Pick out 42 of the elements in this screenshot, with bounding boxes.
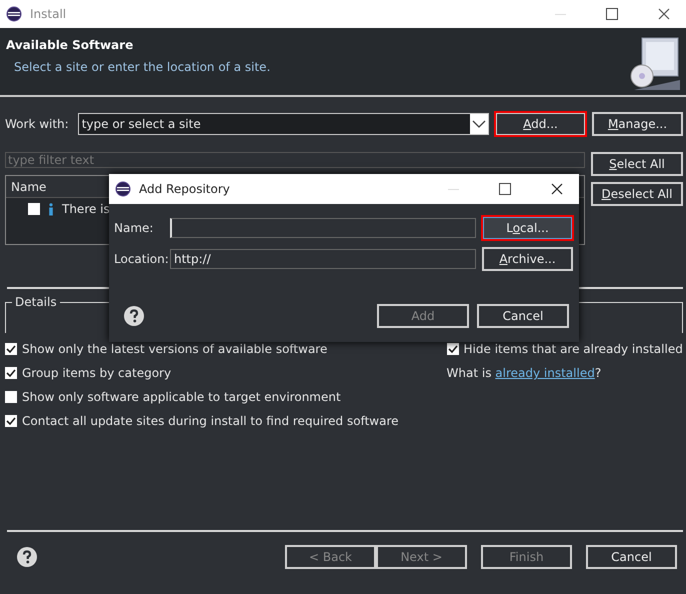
help-icon[interactable] bbox=[17, 547, 37, 567]
checkbox[interactable] bbox=[5, 367, 17, 379]
installed-sentence: What is already installed? bbox=[446, 366, 602, 380]
page-subtitle: Select a site or enter the location of a site. bbox=[13, 60, 270, 74]
table-cell: There is bbox=[62, 202, 110, 216]
checkbox[interactable] bbox=[5, 415, 17, 427]
app-icon bbox=[6, 6, 22, 22]
local-button[interactable]: Local... bbox=[482, 216, 573, 240]
checkbox[interactable] bbox=[5, 391, 17, 403]
already-installed-link[interactable]: already installed bbox=[495, 366, 595, 380]
maximize-icon[interactable] bbox=[606, 8, 618, 20]
maximize-icon[interactable] bbox=[499, 183, 511, 195]
location-field[interactable]: http:// bbox=[170, 249, 476, 269]
deselect-all-button[interactable]: Deselect All bbox=[591, 182, 683, 206]
select-all-button[interactable]: Select All bbox=[591, 152, 683, 176]
name-field[interactable] bbox=[170, 218, 476, 238]
field-label: Name: bbox=[114, 221, 154, 235]
checkbox[interactable] bbox=[5, 343, 17, 355]
info-icon bbox=[48, 202, 54, 216]
cancel-button[interactable]: Cancel bbox=[477, 304, 569, 328]
archive-button[interactable]: Archive... bbox=[482, 247, 573, 271]
app-icon bbox=[115, 181, 131, 197]
cancel-button[interactable]: Cancel bbox=[586, 545, 677, 569]
details-label: Details bbox=[12, 295, 60, 309]
manage-button[interactable]: Manage... bbox=[592, 112, 683, 136]
option-label: Contact all update sites during install to find required software bbox=[22, 414, 399, 428]
add-button[interactable]: Add... bbox=[495, 112, 586, 136]
column-header[interactable]: Name bbox=[6, 180, 46, 194]
option-label: Show only the latest versions of available software bbox=[22, 342, 328, 356]
filter-field[interactable]: type filter text bbox=[5, 152, 585, 168]
help-icon[interactable] bbox=[124, 306, 144, 326]
option-label: Show only software applicable to target environment bbox=[22, 390, 341, 404]
window-title: Install bbox=[30, 7, 66, 21]
checkbox[interactable] bbox=[28, 203, 40, 215]
checkbox[interactable] bbox=[446, 343, 459, 355]
page-title: Available Software bbox=[6, 38, 134, 52]
dialog-title: Add Repository bbox=[139, 182, 230, 196]
option-label: Hide items that are already installed bbox=[464, 342, 683, 356]
option-label: Group items by category bbox=[22, 366, 172, 380]
close-icon[interactable] bbox=[658, 8, 670, 20]
work-with-label: Work with: bbox=[5, 117, 69, 131]
close-icon[interactable] bbox=[551, 183, 563, 195]
